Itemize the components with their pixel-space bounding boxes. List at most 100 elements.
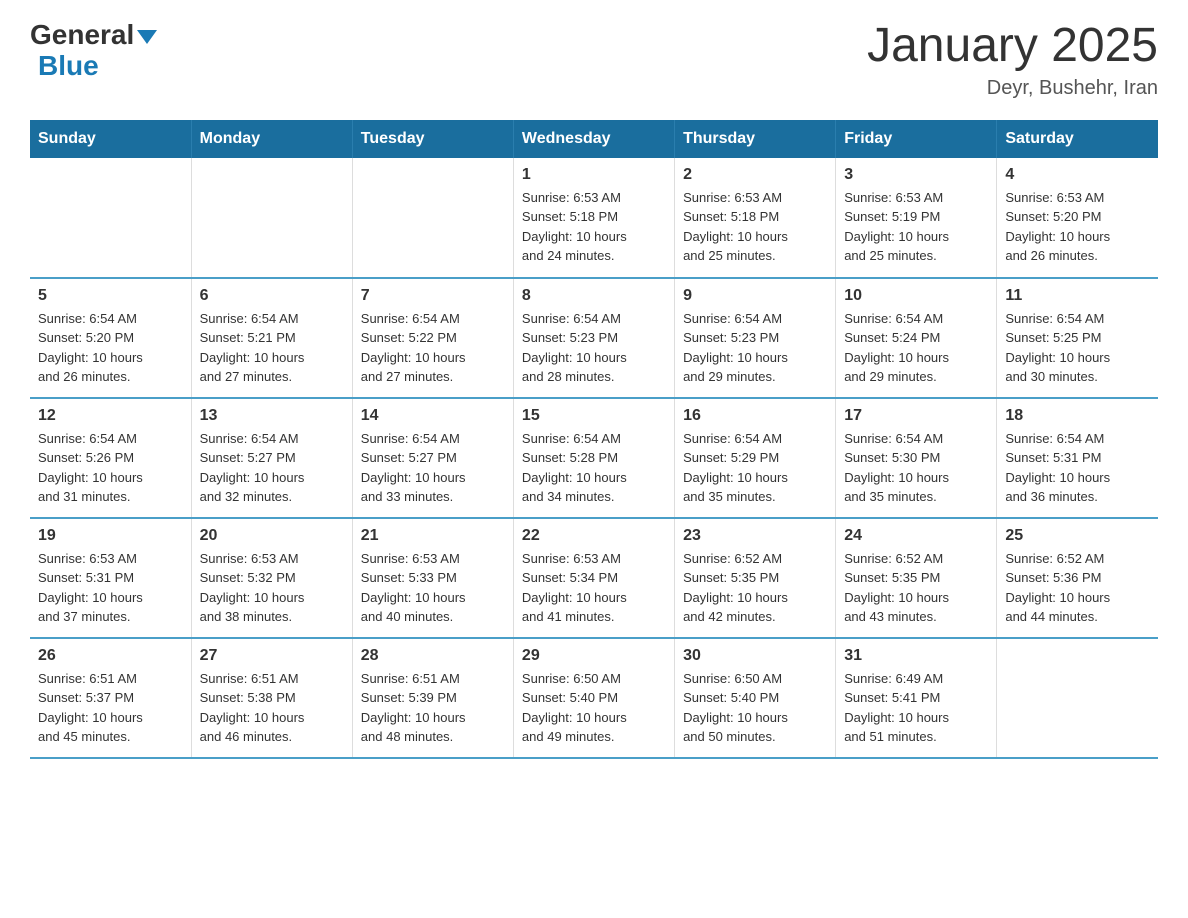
day-number: 21 [361,527,505,545]
column-header-tuesday: Tuesday [352,120,513,158]
calendar-cell: 18 Sunrise: 6:54 AM Sunset: 5:31 PM Dayli… [997,398,1158,518]
calendar-week-row: 5 Sunrise: 6:54 AM Sunset: 5:20 PM Daylig… [30,278,1158,398]
logo-blue-text: Blue [38,51,99,82]
day-number: 12 [38,407,183,425]
day-number: 14 [361,407,505,425]
day-info: Sunrise: 6:54 AM Sunset: 5:29 PM Dayligh… [683,429,827,507]
calendar-cell: 29 Sunrise: 6:50 AM Sunset: 5:40 PM Dayli… [513,638,674,758]
day-number: 4 [1005,166,1150,184]
calendar-header-row: SundayMondayTuesdayWednesdayThursdayFrid… [30,120,1158,158]
day-number: 30 [683,647,827,665]
calendar-cell [30,158,191,278]
calendar-table: SundayMondayTuesdayWednesdayThursdayFrid… [30,120,1158,759]
day-info: Sunrise: 6:54 AM Sunset: 5:21 PM Dayligh… [200,309,344,387]
day-number: 13 [200,407,344,425]
day-info: Sunrise: 6:54 AM Sunset: 5:30 PM Dayligh… [844,429,988,507]
day-info: Sunrise: 6:54 AM Sunset: 5:28 PM Dayligh… [522,429,666,507]
calendar-week-row: 12Sunrise: 6:54 AM Sunset: 5:26 PM Dayli… [30,398,1158,518]
column-header-sunday: Sunday [30,120,191,158]
calendar-week-row: 26 Sunrise: 6:51 AM Sunset: 5:37 PM Dayli… [30,638,1158,758]
day-info: Sunrise: 6:54 AM Sunset: 5:27 PM Dayligh… [200,429,344,507]
calendar-title: January 2025 [867,20,1158,73]
logo-general-text: General [30,20,134,51]
day-info: Sunrise: 6:53 AM Sunset: 5:18 PM Dayligh… [522,188,666,266]
calendar-cell: 10 Sunrise: 6:54 AM Sunset: 5:24 PM Dayli… [836,278,997,398]
calendar-week-row: 1 Sunrise: 6:53 AM Sunset: 5:18 PM Daylig… [30,158,1158,278]
page-header: General Blue January 2025 Deyr, Bushehr,… [30,20,1158,100]
day-number: 18 [1005,407,1150,425]
day-number: 29 [522,647,666,665]
day-number: 22 [522,527,666,545]
day-info: Sunrise: 6:49 AM Sunset: 5:41 PM Dayligh… [844,669,988,747]
calendar-cell: 25Sunrise: 6:52 AM Sunset: 5:36 PM Dayli… [997,518,1158,638]
logo: General Blue [30,20,157,82]
calendar-cell: 2 Sunrise: 6:53 AM Sunset: 5:18 PM Daylig… [675,158,836,278]
day-number: 31 [844,647,988,665]
day-info: Sunrise: 6:54 AM Sunset: 5:23 PM Dayligh… [683,309,827,387]
calendar-cell: 20 Sunrise: 6:53 AM Sunset: 5:32 PM Dayli… [191,518,352,638]
calendar-cell: 13 Sunrise: 6:54 AM Sunset: 5:27 PM Dayli… [191,398,352,518]
day-number: 23 [683,527,827,545]
day-number: 19 [38,527,183,545]
day-number: 1 [522,166,666,184]
column-header-friday: Friday [836,120,997,158]
day-info: Sunrise: 6:54 AM Sunset: 5:25 PM Dayligh… [1005,309,1150,387]
day-info: Sunrise: 6:53 AM Sunset: 5:18 PM Dayligh… [683,188,827,266]
logo-arrow-icon [137,30,157,44]
day-info: Sunrise: 6:54 AM Sunset: 5:31 PM Dayligh… [1005,429,1150,507]
calendar-cell: 12Sunrise: 6:54 AM Sunset: 5:26 PM Dayli… [30,398,191,518]
day-info: Sunrise: 6:53 AM Sunset: 5:32 PM Dayligh… [200,549,344,627]
day-number: 20 [200,527,344,545]
day-info: Sunrise: 6:51 AM Sunset: 5:38 PM Dayligh… [200,669,344,747]
day-number: 7 [361,287,505,305]
calendar-cell: 30 Sunrise: 6:50 AM Sunset: 5:40 PM Dayli… [675,638,836,758]
day-info: Sunrise: 6:52 AM Sunset: 5:35 PM Dayligh… [844,549,988,627]
calendar-cell: 9 Sunrise: 6:54 AM Sunset: 5:23 PM Daylig… [675,278,836,398]
day-number: 8 [522,287,666,305]
column-header-saturday: Saturday [997,120,1158,158]
day-number: 11 [1005,287,1150,305]
day-number: 15 [522,407,666,425]
column-header-monday: Monday [191,120,352,158]
day-info: Sunrise: 6:54 AM Sunset: 5:20 PM Dayligh… [38,309,183,387]
day-info: Sunrise: 6:54 AM Sunset: 5:24 PM Dayligh… [844,309,988,387]
day-info: Sunrise: 6:53 AM Sunset: 5:34 PM Dayligh… [522,549,666,627]
day-info: Sunrise: 6:50 AM Sunset: 5:40 PM Dayligh… [683,669,827,747]
day-info: Sunrise: 6:51 AM Sunset: 5:39 PM Dayligh… [361,669,505,747]
day-number: 28 [361,647,505,665]
day-info: Sunrise: 6:53 AM Sunset: 5:19 PM Dayligh… [844,188,988,266]
calendar-cell: 28 Sunrise: 6:51 AM Sunset: 5:39 PM Dayli… [352,638,513,758]
calendar-cell [191,158,352,278]
calendar-cell: 11 Sunrise: 6:54 AM Sunset: 5:25 PM Dayli… [997,278,1158,398]
day-number: 27 [200,647,344,665]
calendar-cell: 1 Sunrise: 6:53 AM Sunset: 5:18 PM Daylig… [513,158,674,278]
day-number: 9 [683,287,827,305]
day-info: Sunrise: 6:51 AM Sunset: 5:37 PM Dayligh… [38,669,183,747]
calendar-cell: 6 Sunrise: 6:54 AM Sunset: 5:21 PM Daylig… [191,278,352,398]
calendar-cell: 3Sunrise: 6:53 AM Sunset: 5:19 PM Daylig… [836,158,997,278]
day-number: 26 [38,647,183,665]
day-number: 16 [683,407,827,425]
day-info: Sunrise: 6:50 AM Sunset: 5:40 PM Dayligh… [522,669,666,747]
calendar-cell: 24Sunrise: 6:52 AM Sunset: 5:35 PM Dayli… [836,518,997,638]
calendar-cell: 23 Sunrise: 6:52 AM Sunset: 5:35 PM Dayli… [675,518,836,638]
day-number: 10 [844,287,988,305]
calendar-subtitle: Deyr, Bushehr, Iran [867,77,1158,100]
calendar-cell: 26 Sunrise: 6:51 AM Sunset: 5:37 PM Dayli… [30,638,191,758]
day-number: 2 [683,166,827,184]
day-number: 5 [38,287,183,305]
calendar-cell: 5 Sunrise: 6:54 AM Sunset: 5:20 PM Daylig… [30,278,191,398]
day-info: Sunrise: 6:54 AM Sunset: 5:27 PM Dayligh… [361,429,505,507]
day-info: Sunrise: 6:52 AM Sunset: 5:36 PM Dayligh… [1005,549,1150,627]
calendar-week-row: 19 Sunrise: 6:53 AM Sunset: 5:31 PM Dayli… [30,518,1158,638]
day-info: Sunrise: 6:53 AM Sunset: 5:31 PM Dayligh… [38,549,183,627]
calendar-cell: 14 Sunrise: 6:54 AM Sunset: 5:27 PM Dayli… [352,398,513,518]
day-info: Sunrise: 6:53 AM Sunset: 5:33 PM Dayligh… [361,549,505,627]
day-info: Sunrise: 6:52 AM Sunset: 5:35 PM Dayligh… [683,549,827,627]
calendar-cell: 17Sunrise: 6:54 AM Sunset: 5:30 PM Dayli… [836,398,997,518]
column-header-thursday: Thursday [675,120,836,158]
day-info: Sunrise: 6:53 AM Sunset: 5:20 PM Dayligh… [1005,188,1150,266]
calendar-cell: 22 Sunrise: 6:53 AM Sunset: 5:34 PM Dayli… [513,518,674,638]
day-number: 6 [200,287,344,305]
column-header-wednesday: Wednesday [513,120,674,158]
